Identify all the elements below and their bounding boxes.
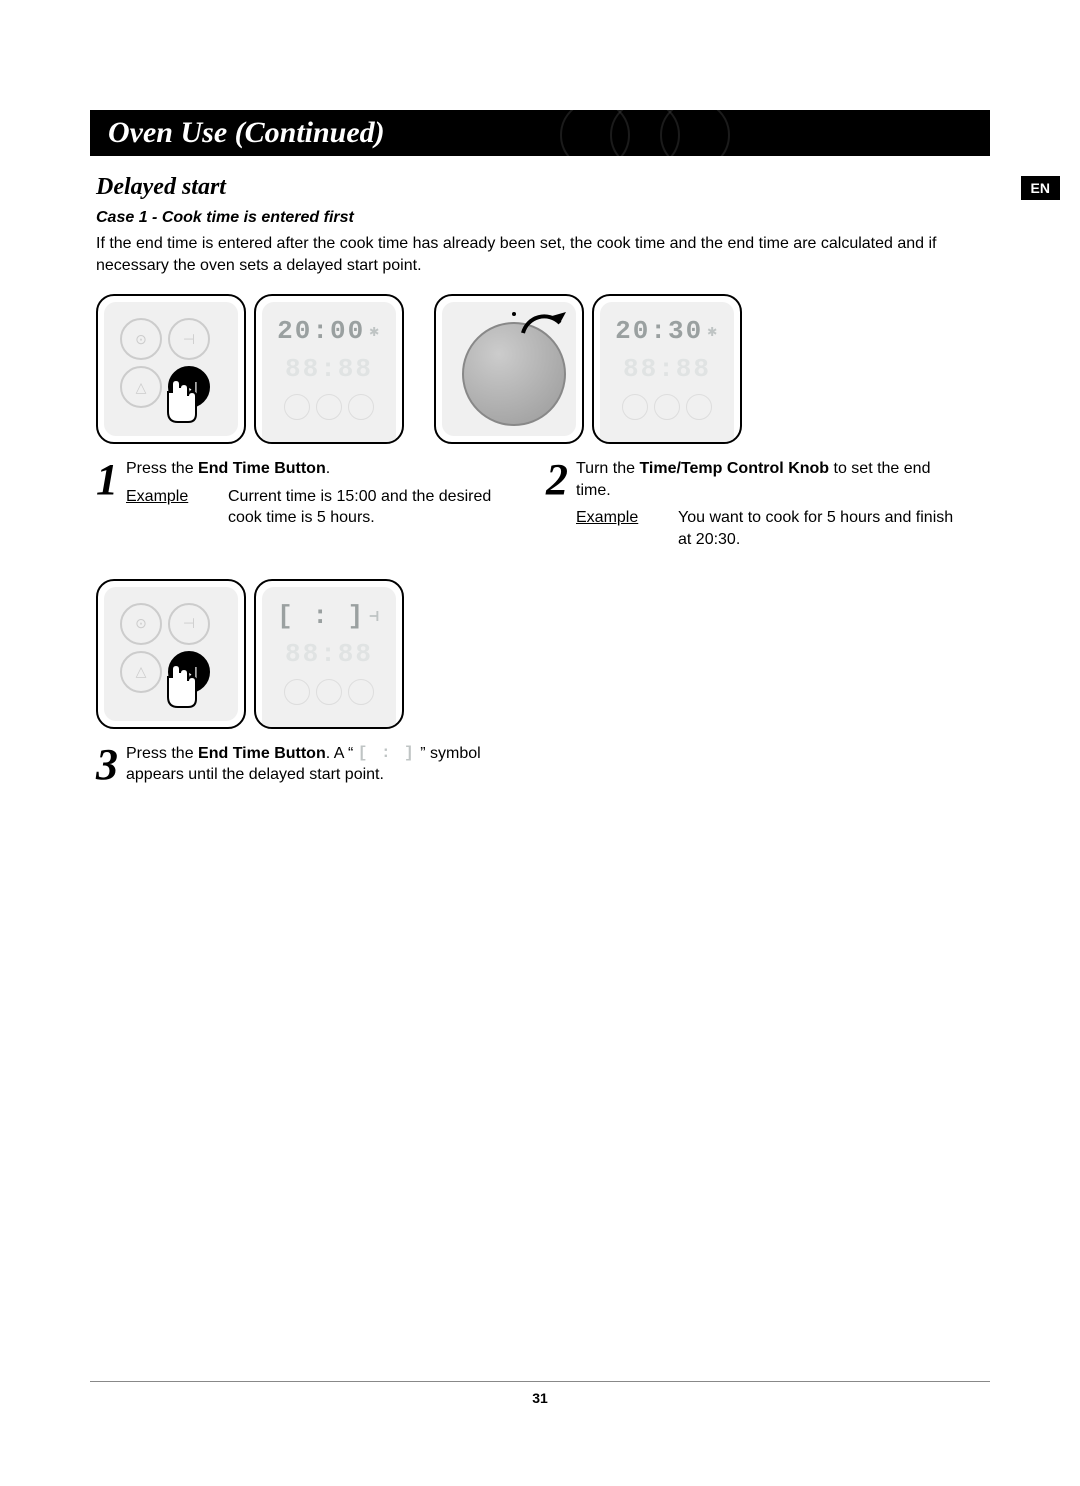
case-title: Case 1 - Cook time is entered first [96, 209, 984, 227]
step-1: 1 Press the End Time Button. Example Cur… [96, 458, 516, 550]
step-text: . [326, 460, 330, 477]
button-panel: ⊙ ⊣ △ →| [96, 579, 246, 729]
page-number: 31 [532, 1390, 548, 1406]
lcd-dim: 88:88 [268, 635, 390, 673]
step-text-bold: End Time Button [198, 745, 326, 762]
display-panel: 20:30✱ 88:88 [592, 294, 742, 444]
step-text-bold: End Time Button [198, 460, 326, 477]
lcd-dim: 88:88 [268, 350, 390, 388]
step-number: 1 [96, 458, 118, 550]
page-footer: 31 [90, 1381, 990, 1406]
header-decoration [580, 110, 730, 156]
step-text: Press the [126, 460, 198, 477]
step-number: 3 [96, 743, 118, 786]
step-text: . A “ [326, 745, 358, 762]
oven-button-icon: ⊙ [120, 318, 162, 360]
step-number: 2 [546, 458, 568, 550]
step-2: 2 Turn the Time/Temp Control Knob to set… [546, 458, 966, 550]
language-tab: EN [1021, 176, 1060, 200]
small-buttons-icon [606, 394, 728, 420]
rotate-arrow-icon [518, 308, 568, 358]
subheading: Delayed start [96, 174, 984, 201]
oven-button-icon: ⊣ [168, 603, 210, 645]
small-buttons-icon [268, 679, 390, 705]
lcd-dim: 88:88 [606, 350, 728, 388]
step-text: Press the [126, 745, 198, 762]
hand-press-icon [148, 657, 208, 717]
hand-press-icon [148, 372, 208, 432]
oven-button-icon: ⊣ [168, 318, 210, 360]
lcd-blank: [ : ]⊣ [268, 597, 390, 635]
knob-panel [434, 294, 584, 444]
button-panel: ⊙ ⊣ △ →| [96, 294, 246, 444]
step-text: Turn the [576, 460, 639, 477]
small-buttons-icon [268, 394, 390, 420]
step2-illustration: 20:30✱ 88:88 [434, 294, 742, 444]
intro-text: If the end time is entered after the coo… [96, 233, 984, 276]
example-label: Example [576, 507, 656, 550]
example-text: You want to cook for 5 hours and finish … [678, 507, 966, 550]
page-heading: Oven Use (Continued) [108, 116, 385, 150]
header-bar: Oven Use (Continued) [90, 110, 990, 156]
example-label: Example [126, 486, 206, 529]
display-panel: 20:00✱ 88:88 [254, 294, 404, 444]
step3-illustration: ⊙ ⊣ △ →| [ : ]⊣ [96, 579, 404, 729]
lcd-time: 20:00✱ [268, 312, 390, 350]
oven-button-icon: ⊙ [120, 603, 162, 645]
example-text: Current time is 15:00 and the desired co… [228, 486, 516, 529]
blank-segment-icon: [ : ] [358, 743, 416, 765]
lcd-time: 20:30✱ [606, 312, 728, 350]
step-3: 3 Press the End Time Button. A “ [ : ] ”… [96, 743, 516, 786]
step-text-bold: Time/Temp Control Knob [639, 460, 829, 477]
display-panel: [ : ]⊣ 88:88 [254, 579, 404, 729]
step1-illustration: ⊙ ⊣ △ →| 20:00✱ [96, 294, 404, 444]
